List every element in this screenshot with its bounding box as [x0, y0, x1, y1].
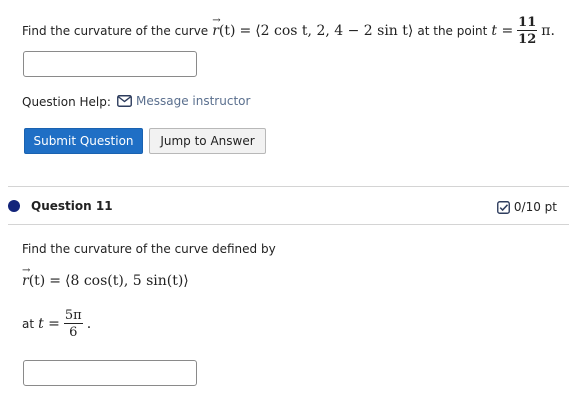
- equals-sign-q11-2: =: [48, 316, 60, 332]
- r-vector-q11: r →: [22, 265, 30, 289]
- pi-tail: π.: [541, 23, 555, 39]
- equals-sign-q11: =: [49, 273, 61, 289]
- question-11-equation: r → (t) = ⟨8 cos(t), 5 sin(t)⟩: [22, 265, 189, 289]
- vector-expression: ⟨2 cos t, 2, 4 − 2 sin t⟩: [255, 23, 414, 39]
- question-status-dot: [8, 200, 20, 212]
- points-indicator: 0/10 pt: [496, 200, 557, 214]
- message-instructor-text: Message instructor: [136, 94, 251, 108]
- equals-sign: =: [239, 23, 252, 39]
- fraction-denominator-q11: 6: [69, 325, 78, 340]
- fraction-5pi-6: 5π 6: [63, 308, 83, 340]
- fraction-numerator: 11: [517, 15, 538, 31]
- submit-question-button[interactable]: Submit Question: [24, 128, 143, 154]
- r-arg-q11: (t): [28, 273, 46, 289]
- fraction-11-12: 11 12: [517, 15, 538, 47]
- fraction-denominator: 12: [518, 32, 537, 47]
- answer-input-q11[interactable]: [23, 360, 197, 386]
- jump-to-answer-button[interactable]: Jump to Answer: [149, 128, 266, 154]
- question-11-prompt: Find the curvature of the curve defined …: [22, 242, 276, 256]
- question-11-at-t: at t = 5π 6 .: [22, 307, 91, 341]
- prompt-prefix: Find the curvature of the curve: [22, 24, 209, 38]
- vector-arrow-q11: →: [22, 265, 31, 276]
- period: .: [86, 316, 92, 332]
- t-equals: t =: [491, 23, 513, 39]
- answer-input-q10[interactable]: [23, 51, 197, 77]
- question-10-prompt: Find the curvature of the curve r → (t) …: [22, 14, 555, 48]
- vector-expression-q11: ⟨8 cos(t), 5 sin(t)⟩: [65, 273, 189, 289]
- message-instructor-link[interactable]: Message instructor: [117, 94, 250, 108]
- question-11-title: Question 11: [31, 199, 113, 213]
- at-the-point-text: at the point: [417, 24, 488, 38]
- page: Find the curvature of the curve r → (t) …: [0, 0, 569, 400]
- t-variable: t: [491, 23, 497, 39]
- equals-sign-2: =: [501, 23, 514, 39]
- at-label: at: [22, 317, 35, 331]
- envelope-icon: [117, 95, 132, 107]
- points-text: 0/10 pt: [513, 200, 557, 214]
- fraction-numerator-q11: 5π: [63, 308, 83, 324]
- t-variable-q11: t: [38, 316, 44, 332]
- r-arg: (t): [218, 23, 236, 39]
- vector-arrow: →: [212, 15, 221, 26]
- question-help-label: Question Help:: [22, 95, 111, 109]
- r-vector: r → (t): [212, 15, 236, 39]
- t-equals-q11: t =: [38, 316, 60, 332]
- divider-bottom: [8, 224, 569, 225]
- divider-top: [8, 186, 569, 187]
- checkbox-icon: [496, 200, 510, 214]
